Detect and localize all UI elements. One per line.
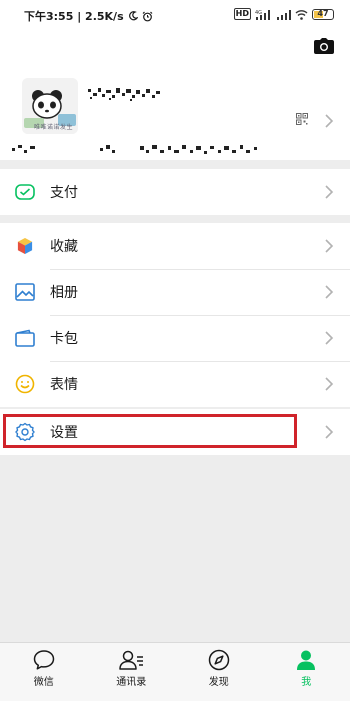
bottom-tab-bar: 微信 通讯录 发现 我 [0,642,350,701]
wifi-icon [295,9,308,20]
signal-icon-2 [277,9,291,20]
person-icon [295,649,317,671]
battery-icon: 47 [312,9,334,20]
menu-group-pay: 支付 [0,169,350,215]
chevron-right-icon [324,185,334,199]
redacted-wechat-id [10,142,270,158]
moon-icon [128,11,138,21]
status-left: 下午3:55 | 2.5K/s [24,8,153,24]
tab-contacts-label: 通讯录 [116,673,146,688]
chevron-right-icon [324,331,334,345]
camera-icon[interactable] [314,38,334,54]
redacted-nickname [86,85,168,105]
menu-group-settings: 设置 [0,409,350,455]
menu-item-settings[interactable]: 设置 [0,409,350,455]
alarm-icon [142,11,153,22]
hd-badge: HD [234,8,251,20]
menu-item-favorites[interactable]: 收藏 [0,223,350,269]
wallet-icon [14,327,36,349]
tab-contacts[interactable]: 通讯录 [88,643,176,701]
menu-group-main: 收藏 相册 卡包 [0,223,350,407]
chevron-right-icon [324,377,334,391]
menu-item-stickers-label: 表情 [50,374,78,394]
menu-item-stickers[interactable]: 表情 [0,361,350,407]
menu-item-favorites-label: 收藏 [50,236,78,256]
chevron-right-icon [324,285,334,299]
cube-icon [14,235,36,257]
tab-me[interactable]: 我 [263,643,350,701]
menu-item-cards[interactable]: 卡包 [0,315,350,361]
avatar-caption: 唯唯诺诺发生 [34,122,73,131]
chevron-right-icon [324,239,334,253]
contacts-icon [118,649,144,671]
menu-item-cards-label: 卡包 [50,328,78,348]
menu-item-album-label: 相册 [50,282,78,302]
menu-item-pay-label: 支付 [50,182,78,202]
status-time-speed: 下午3:55 | 2.5K/s [24,8,124,24]
menu-item-album[interactable]: 相册 [0,269,350,315]
menu-item-settings-label: 设置 [50,422,78,442]
profile-header[interactable]: 唯唯诺诺发生 [0,30,350,160]
compass-icon [208,649,230,671]
gear-icon [14,421,36,443]
tab-discover[interactable]: 发现 [175,643,263,701]
menu-item-pay[interactable]: 支付 [0,169,350,215]
smiley-icon [14,373,36,395]
tab-chats[interactable]: 微信 [0,643,88,701]
tab-me-label: 我 [301,673,311,688]
chevron-right-icon [324,425,334,439]
signal-icon: 4G [255,9,273,20]
chat-bubble-icon [32,649,56,671]
chevron-right-icon [324,114,334,128]
wechat-pay-icon [14,181,36,203]
image-icon [14,281,36,303]
tab-chats-label: 微信 [34,673,54,688]
status-right: HD 4G 47 [234,8,334,20]
qr-code-icon[interactable] [296,113,308,125]
status-bar: 下午3:55 | 2.5K/s HD 4G [0,0,350,30]
tab-discover-label: 发现 [209,673,229,688]
